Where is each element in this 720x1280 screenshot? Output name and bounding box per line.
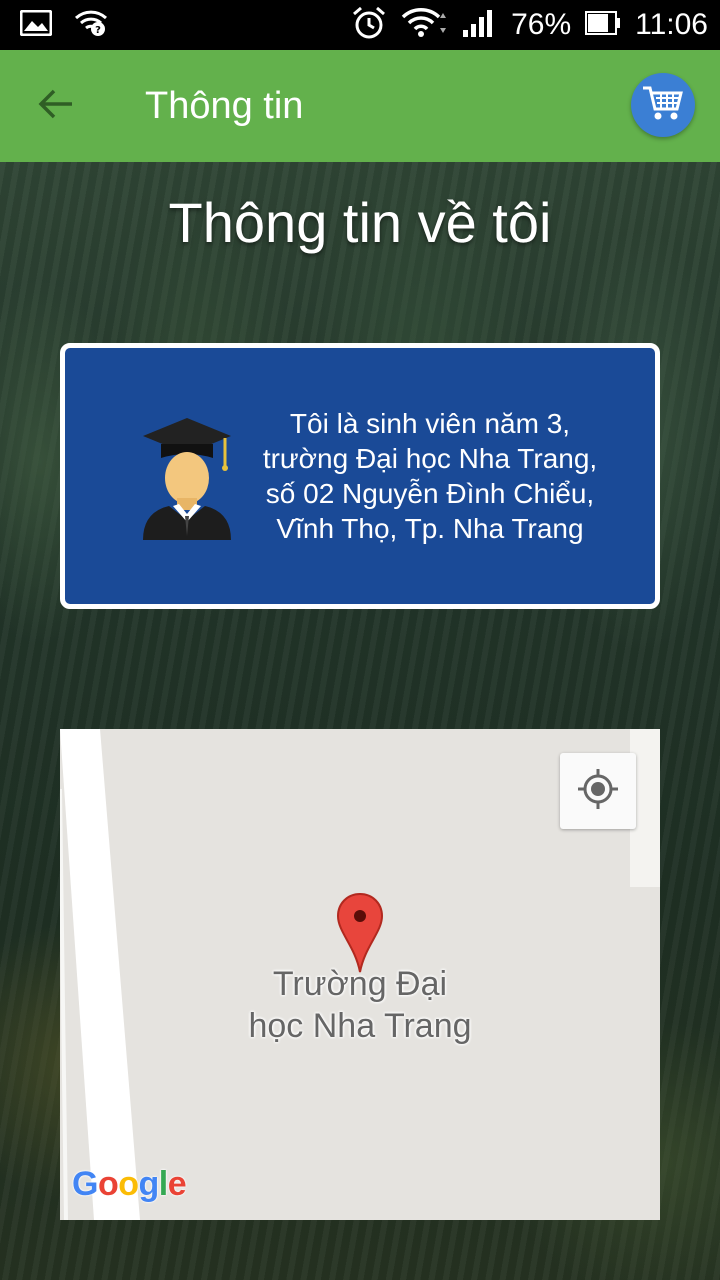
google-logo: Google — [72, 1165, 187, 1204]
status-bar: ? 76% 11:06 — [0, 0, 720, 50]
google-logo-text: Google — [72, 1165, 187, 1203]
google-logo-letter: o — [97, 1165, 119, 1203]
my-location-icon — [576, 767, 620, 815]
shopping-cart-icon — [641, 83, 685, 127]
wifi-icon — [401, 8, 447, 42]
back-button[interactable] — [20, 70, 92, 142]
battery-icon — [585, 10, 621, 40]
alarm-icon — [351, 6, 387, 44]
arrow-back-icon — [38, 88, 74, 124]
image-icon — [19, 9, 53, 40]
wifi-question-icon: ? — [74, 9, 108, 41]
google-logo-letter: g — [138, 1165, 160, 1203]
google-logo-letter: G — [72, 1165, 98, 1203]
google-logo-letter: e — [167, 1165, 187, 1203]
map-view[interactable]: Trường Đại học Nha Trang Google — [60, 729, 660, 1220]
graduate-avatar-icon — [139, 412, 235, 542]
app-bar: Thông tin — [0, 50, 720, 162]
about-line: số 02 Nguyễn Đình Chiểu, — [265, 478, 595, 509]
about-line: Vĩnh Thọ, Tp. Nha Trang — [276, 513, 584, 544]
cart-button[interactable] — [631, 73, 695, 137]
about-card: Tôi là sinh viên năm 3, trường Đại học N… — [60, 343, 660, 609]
clock: 11:06 — [635, 8, 708, 41]
page-heading: Thông tin về tôi — [168, 191, 552, 254]
my-location-button[interactable] — [560, 753, 636, 829]
marker-label-line: học Nha Trang — [248, 1007, 472, 1045]
marker-label-line: Trường Đại — [272, 965, 448, 1003]
svg-text:?: ? — [95, 25, 101, 36]
app-bar-title: Thông tin — [145, 84, 304, 127]
google-logo-letter: l — [158, 1165, 168, 1203]
about-line: trường Đại học Nha Trang, — [262, 443, 598, 474]
signal-icon — [461, 8, 497, 42]
about-text: Tôi là sinh viên năm 3, trường Đại học N… — [235, 406, 625, 546]
about-line: Tôi là sinh viên năm 3, — [289, 408, 571, 439]
battery-percent: 76% — [511, 8, 572, 41]
google-logo-letter: o — [118, 1165, 139, 1203]
map-marker-label: Trường Đại học Nha Trang — [210, 963, 510, 1047]
